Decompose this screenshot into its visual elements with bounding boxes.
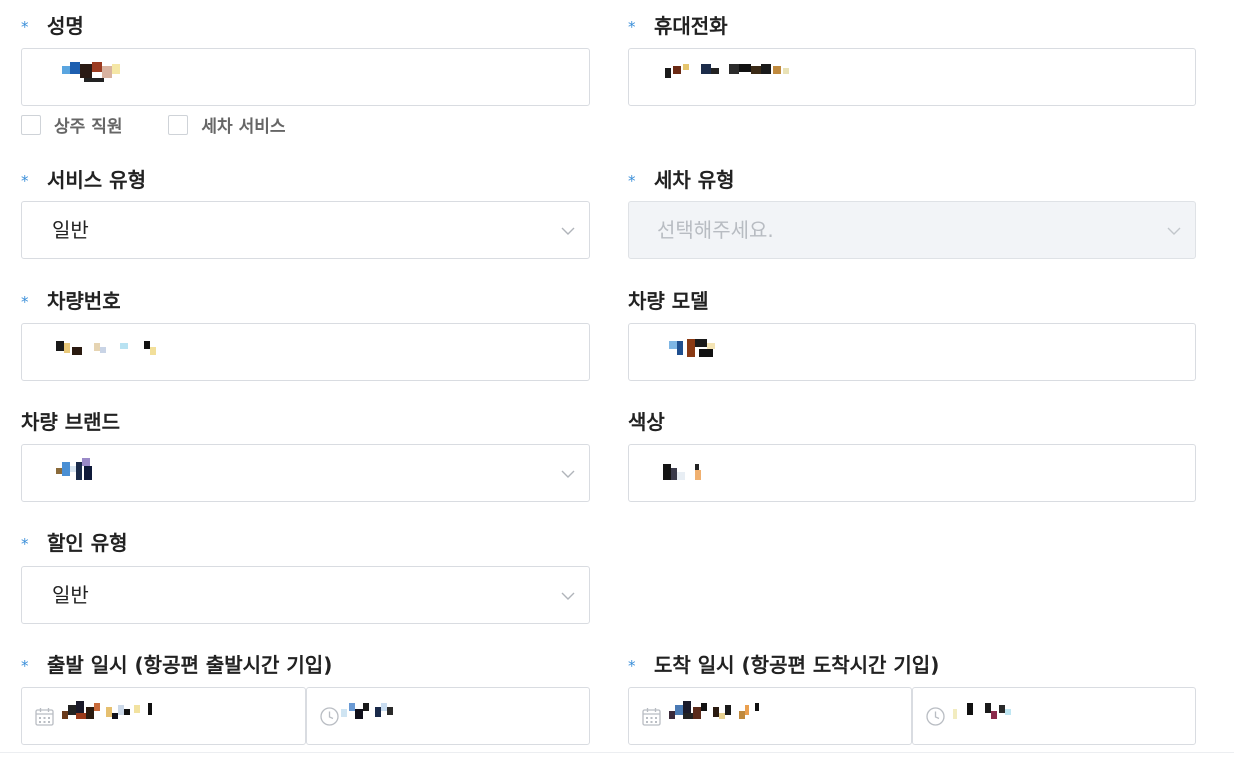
discount-type-value: 일반 [52,583,89,607]
redacted-arrival-time [953,701,1023,727]
redacted-color-value [663,458,713,484]
service-type-value: 일반 [52,218,89,242]
car-brand-select[interactable] [21,444,590,502]
chevron-down-icon [1167,227,1181,235]
required-mark: * [628,18,636,36]
redacted-name-value [62,62,142,88]
service-type-select[interactable]: 일반 [21,201,590,259]
redacted-phone-value [665,62,805,88]
calendar-icon [35,708,54,726]
plate-number-input[interactable] [21,323,590,381]
wash-service-checkbox[interactable]: 세차 서비스 [168,112,286,137]
discount-type-select[interactable]: 일반 [21,566,590,624]
required-mark: * [21,172,29,190]
redacted-model-value [669,337,739,363]
arrival-label: * 도착 일시 (항공편 도착시간 기입) [628,651,939,679]
redacted-brand-value [56,458,116,484]
redacted-plate-value [56,337,166,363]
departure-date-input[interactable] [21,687,306,745]
plate-number-label: * 차량번호 [21,287,121,315]
chevron-down-icon [561,470,575,478]
phone-label: * 휴대전화 [628,12,728,40]
resident-staff-checkbox[interactable]: 상주 직원 [21,112,122,137]
arrival-date-input[interactable] [628,687,912,745]
name-label: * 성명 [21,12,84,40]
calendar-icon [642,708,661,726]
required-mark: * [628,172,636,190]
required-mark: * [21,535,29,553]
color-input[interactable] [628,444,1196,502]
service-type-label: * 서비스 유형 [21,166,146,194]
required-mark: * [21,18,29,36]
clock-icon [320,707,339,726]
arrival-time-input[interactable] [912,687,1196,745]
chevron-down-icon [561,592,575,600]
required-mark: * [21,293,29,311]
required-mark: * [21,657,29,675]
checkbox-box[interactable] [168,114,189,135]
phone-input[interactable] [628,48,1196,106]
wash-type-select[interactable]: 선택해주세요. [628,201,1196,259]
departure-label: * 출발 일시 (항공편 출발시간 기입) [21,651,332,679]
clock-icon [926,707,945,726]
discount-type-label: * 할인 유형 [21,529,128,557]
redacted-departure-time [341,701,411,727]
redacted-departure-date [62,701,182,727]
required-mark: * [628,657,636,675]
color-label: 색상 [628,410,665,434]
divider [0,752,1234,753]
wash-type-label: * 세차 유형 [628,166,735,194]
name-input[interactable] [21,48,590,106]
option-checkboxes: 상주 직원 세차 서비스 [21,112,326,137]
departure-time-input[interactable] [306,687,590,745]
car-model-label: 차량 모델 [628,289,709,313]
wash-type-placeholder: 선택해주세요. [657,218,774,242]
checkbox-box[interactable] [21,114,41,135]
redacted-arrival-date [669,701,789,727]
chevron-down-icon [561,227,575,235]
car-brand-label: 차량 브랜드 [21,410,120,434]
car-model-input[interactable] [628,323,1196,381]
